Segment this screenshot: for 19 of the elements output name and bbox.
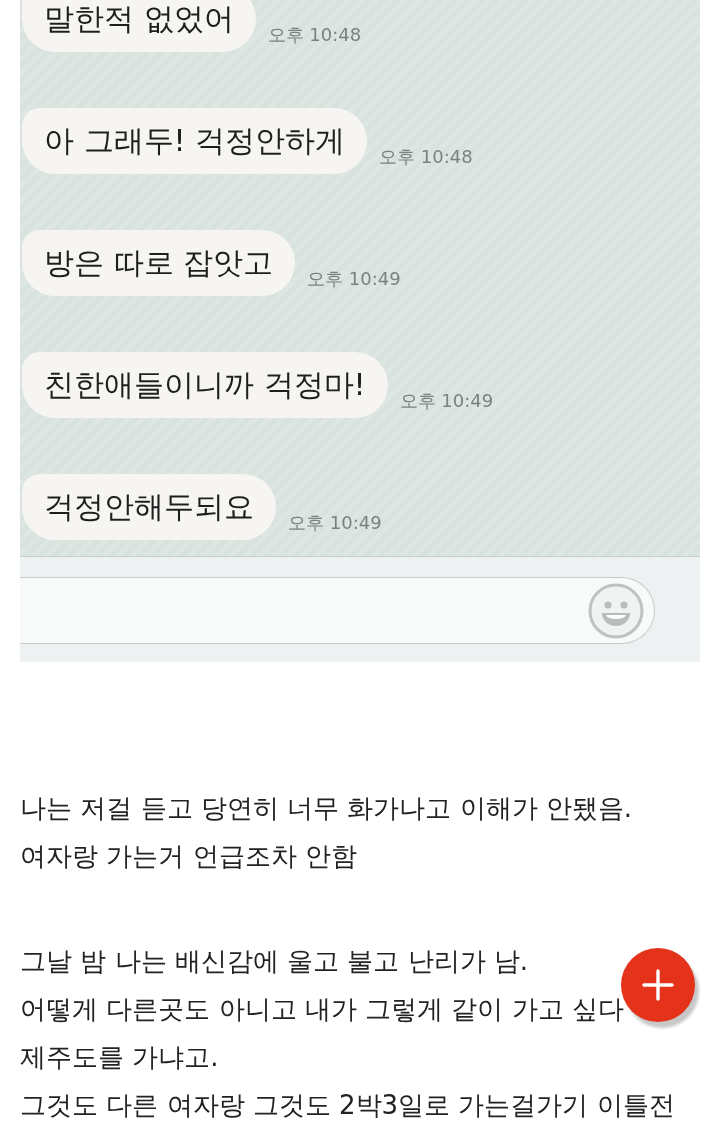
chat-bubble: 아 그래두! 걱정안하게 <box>22 108 368 174</box>
body-text: 나는 저걸 듣고 당연히 너무 화가나고 이해가 안됐음. <box>20 792 633 825</box>
body-text: 어떻게 다른곳도 아니고 내가 그렇게 같이 가고 싶다 <box>20 993 624 1026</box>
message-input[interactable] <box>20 577 655 644</box>
body-text: 제주도를 가냐고. <box>20 1041 219 1074</box>
message-time: 오후 10:48 <box>267 24 362 46</box>
body-text: 그것도 다른 여자랑 그것도 2박3일로 가는걸가기 이틀전 <box>20 1089 675 1122</box>
body-text: 여자랑 가는거 언급조차 안함 <box>20 840 357 873</box>
message-time: 오후 10:49 <box>399 390 494 412</box>
chat-bubble: 말한적 없었어 <box>22 0 256 52</box>
chat-bubble: 걱정안해두되요 <box>22 474 276 540</box>
message-time: 오후 10:49 <box>288 512 382 534</box>
plus-icon <box>642 969 674 1001</box>
message-time: 오후 10:48 <box>379 146 473 168</box>
chat-bubble: 친한애들이니까 걱정마! <box>22 352 388 418</box>
chat-bubble: 방은 따로 잡앗고 <box>22 230 296 296</box>
body-text: 그날 밤 나는 배신감에 울고 불고 난리가 남. <box>20 945 529 978</box>
smiley-face-icon[interactable] <box>588 582 644 639</box>
message-time: 오후 10:49 <box>307 268 401 290</box>
